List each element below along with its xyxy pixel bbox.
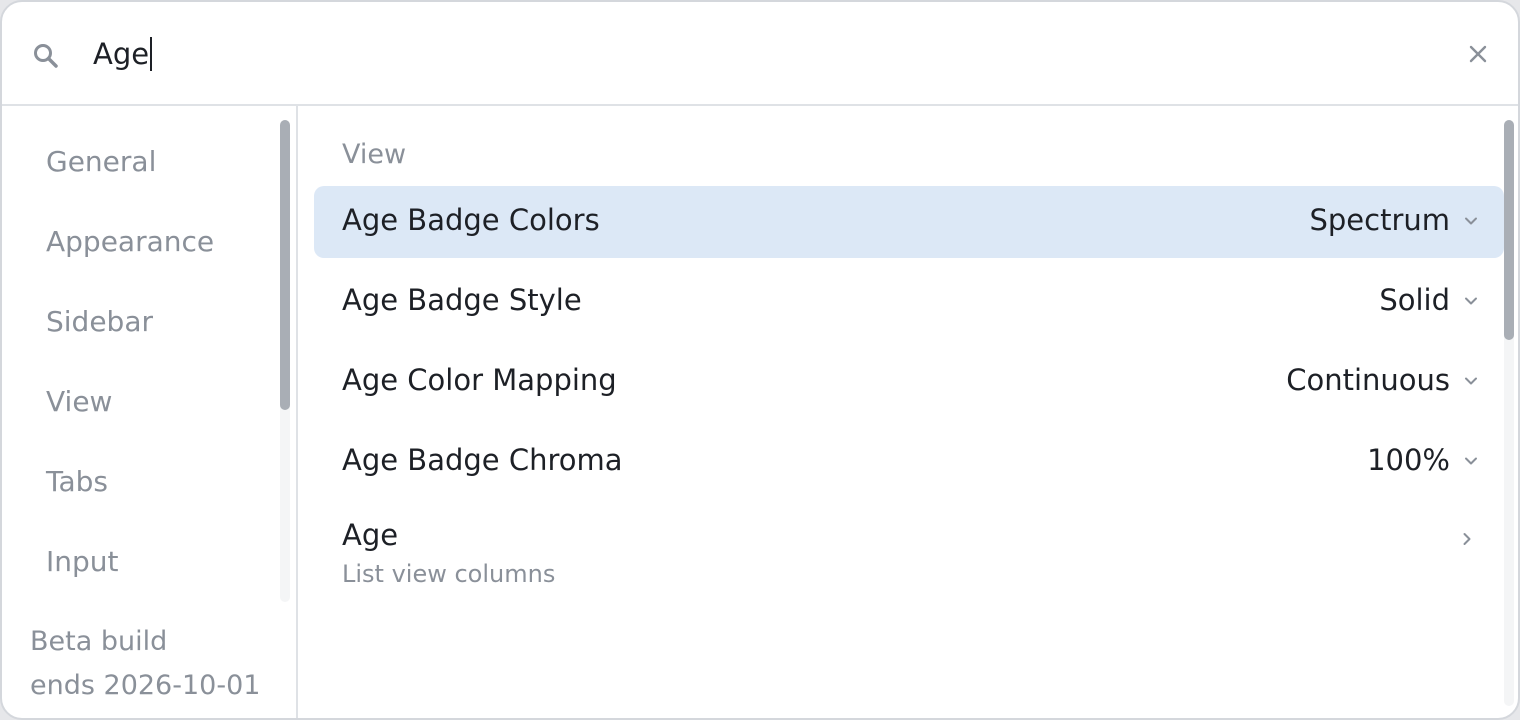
settings-window: Age General Appearance Sidebar View Tabs… [0, 0, 1520, 720]
search-bar: Age [2, 2, 1518, 106]
close-icon[interactable] [1466, 42, 1490, 66]
search-icon [34, 44, 58, 68]
results-scrollbar-thumb[interactable] [1504, 120, 1514, 340]
search-input-value: Age [93, 37, 150, 71]
sidebar-item-general[interactable]: General [46, 144, 156, 180]
setting-row-age-badge-style[interactable]: Age Badge Style Solid [314, 266, 1504, 338]
setting-row-age-link[interactable]: Age List view columns [314, 504, 1504, 600]
setting-value-select[interactable]: Spectrum [1309, 203, 1450, 237]
section-title: View [342, 139, 407, 170]
sidebar: General Appearance Sidebar View Tabs Inp… [2, 106, 298, 718]
setting-label: Age Badge Colors [342, 203, 600, 237]
setting-value-select[interactable]: Continuous [1286, 363, 1450, 397]
setting-label: Age Badge Chroma [342, 443, 623, 477]
setting-value-select[interactable]: Solid [1379, 283, 1450, 317]
beta-notice-line2: ends 2026-10-01 [30, 670, 261, 701]
setting-label: Age Badge Style [342, 283, 582, 317]
settings-results: View Age Badge Colors Spectrum Age Badge… [300, 106, 1518, 718]
chevron-down-icon[interactable] [1462, 372, 1480, 390]
chevron-right-icon[interactable] [1458, 530, 1476, 548]
setting-label: Age Color Mapping [342, 363, 617, 397]
chevron-down-icon[interactable] [1462, 452, 1480, 470]
text-caret [150, 37, 153, 71]
beta-notice-line1: Beta build [30, 626, 168, 657]
chevron-down-icon[interactable] [1462, 212, 1480, 230]
setting-label: Age [342, 518, 399, 552]
sidebar-item-input[interactable]: Input [46, 544, 119, 580]
search-input[interactable]: Age [93, 35, 153, 73]
setting-row-age-color-mapping[interactable]: Age Color Mapping Continuous [314, 346, 1504, 418]
setting-row-age-badge-colors[interactable]: Age Badge Colors Spectrum [314, 186, 1504, 258]
sidebar-scrollbar-thumb[interactable] [280, 120, 290, 410]
setting-value-select[interactable]: 100% [1367, 443, 1450, 477]
setting-subtitle: List view columns [342, 560, 556, 588]
sidebar-item-appearance[interactable]: Appearance [46, 224, 214, 260]
sidebar-item-tabs[interactable]: Tabs [46, 464, 108, 500]
sidebar-item-sidebar[interactable]: Sidebar [46, 304, 153, 340]
sidebar-item-view[interactable]: View [46, 384, 112, 420]
chevron-down-icon[interactable] [1462, 292, 1480, 310]
setting-row-age-badge-chroma[interactable]: Age Badge Chroma 100% [314, 426, 1504, 498]
beta-notice: Beta build ends 2026-10-01 [30, 620, 260, 708]
